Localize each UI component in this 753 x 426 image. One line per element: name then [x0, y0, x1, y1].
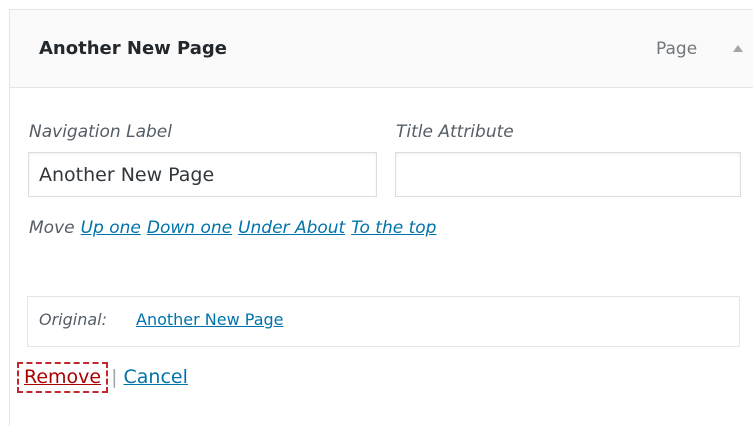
- actions-separator: |: [111, 366, 118, 388]
- title-attribute-heading: Title Attribute: [396, 122, 514, 142]
- title-attribute-input[interactable]: [395, 152, 741, 197]
- cancel-link[interactable]: Cancel: [124, 366, 188, 388]
- move-down-one-link[interactable]: Down one: [147, 218, 232, 238]
- menu-item-title: Another New Page: [39, 38, 227, 59]
- original-label: Original:: [39, 310, 107, 329]
- move-controls: Move Up one Down one Under About To the top: [29, 218, 436, 238]
- arrow-up-icon[interactable]: [733, 45, 743, 52]
- item-actions: Remove | Cancel: [16, 362, 188, 393]
- move-up-one-link[interactable]: Up one: [81, 218, 141, 238]
- move-to-top-link[interactable]: To the top: [351, 218, 436, 238]
- navigation-label-heading: Navigation Label: [29, 122, 172, 142]
- original-box: Original: Another New Page: [27, 296, 740, 347]
- navigation-label-input[interactable]: [28, 152, 377, 197]
- menu-item-type: Page: [656, 39, 698, 59]
- menu-item-panel: Another New Page Page Navigation Label T…: [9, 9, 753, 426]
- move-label: Move: [29, 218, 75, 238]
- original-page-link[interactable]: Another New Page: [136, 310, 284, 329]
- move-under-about-link[interactable]: Under About: [238, 218, 345, 238]
- remove-link[interactable]: Remove: [16, 362, 109, 393]
- menu-item-header[interactable]: Another New Page Page: [10, 10, 753, 88]
